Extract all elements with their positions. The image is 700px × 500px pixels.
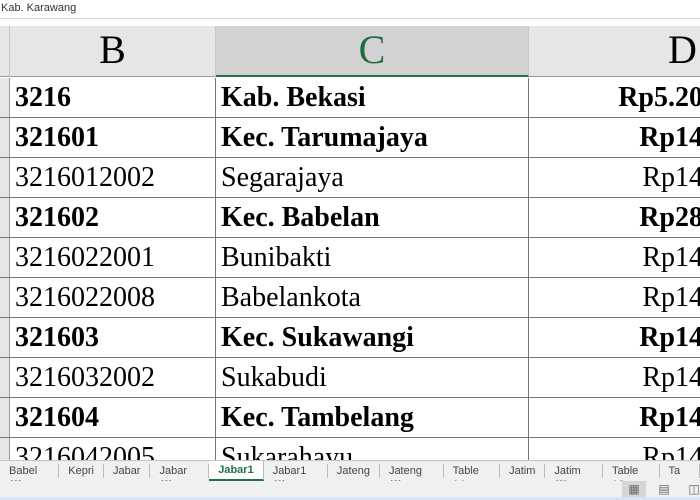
cell-d[interactable]: Rp144 [529,118,700,158]
cell-value: Rp144 [642,242,700,273]
cell-value: Rp144 [639,322,700,353]
cell-b[interactable]: 321601 [10,118,216,158]
cell-d[interactable]: Rp144 [529,358,700,398]
formula-bar-value: Kab. Karawang [1,2,77,14]
cell-value: Rp144 [642,282,700,313]
cell-d[interactable]: Rp144 [529,238,700,278]
sheet-tab[interactable]: Table 16 [603,464,660,491]
status-bar: ▦ ▤ ◫ [0,481,700,500]
sheet-tab[interactable]: Jabar (2) [150,464,210,491]
cell-b[interactable]: 3216032002 [10,358,216,398]
cell-c[interactable]: Babelankota [216,278,529,318]
row-header[interactable] [0,198,10,238]
sheet-tab[interactable]: Kepri [59,464,104,478]
cell-value: Rp144 [639,122,700,153]
sheet-tab[interactable]: Jabar1 [209,461,264,481]
row-header[interactable] [0,398,10,438]
sheet-tab[interactable]: Jatim [500,464,546,478]
cell-b[interactable]: 3216 [10,78,216,118]
cell-value: Rp144 [642,162,700,193]
sheet-tab[interactable]: Table 14 [444,464,501,491]
table-row: 321604Kec. Tambelang Rp144 [0,398,700,438]
select-all-corner[interactable] [0,26,10,77]
normal-view-icon[interactable]: ▦ [622,481,646,497]
row-header[interactable] [0,238,10,278]
cell-c[interactable]: Kec. Tarumajaya [216,118,529,158]
cell-c[interactable]: Kab. Bekasi [216,78,529,118]
cell-b[interactable]: 3216012002 [10,158,216,198]
row-header[interactable] [0,118,10,158]
cell-value: Rp144 [642,362,700,393]
cell-c[interactable]: Kec. Babelan [216,198,529,238]
cell-d[interactable]: Rp144 [529,158,700,198]
cell-b[interactable]: 321604 [10,398,216,438]
cell-value: Rp5.202 [618,82,700,113]
row-header[interactable] [0,158,10,198]
column-header-b[interactable]: B [10,26,216,77]
table-row: 321603Kec. Sukawangi Rp144 [0,318,700,358]
cell-d[interactable]: Rp144 [529,278,700,318]
row-header[interactable] [0,358,10,398]
sheet-tabs-bar: Babel (2)KepriJabarJabar (2)Jabar1Jabar1… [0,460,700,491]
formula-bar[interactable]: Kab. Karawang [0,0,700,19]
row-header[interactable] [0,78,10,118]
cell-d[interactable]: Rp144 [529,398,700,438]
table-row: 3216032002Sukabudi Rp144 [0,358,700,398]
column-header-d[interactable]: D [529,26,700,77]
table-row: 3216Kab. Bekasi Rp5.202 [0,78,700,118]
cell-value: Rp144 [639,402,700,433]
cell-b[interactable]: 321602 [10,198,216,238]
cell-c[interactable]: Sukabudi [216,358,529,398]
cell-c[interactable]: Kec. Tambelang [216,398,529,438]
sheet-tab[interactable]: Jabar [104,464,151,478]
page-break-icon[interactable]: ◫ [682,481,700,497]
cell-d[interactable]: Rp289 [529,198,700,238]
cell-b[interactable]: 321603 [10,318,216,358]
table-row: 3216022008Babelankota Rp144 [0,278,700,318]
row-header[interactable] [0,318,10,358]
table-row: 3216012002Segarajaya Rp144 [0,158,700,198]
cell-b[interactable]: 3216022008 [10,278,216,318]
cell-c[interactable]: Bunibakti [216,238,529,278]
table-row: 321602Kec. Babelan Rp289 [0,198,700,238]
cell-b[interactable]: 3216022001 [10,238,216,278]
cell-d[interactable]: Rp5.202 [529,78,700,118]
table-row: 321601Kec. Tarumajaya Rp144 [0,118,700,158]
sheet-tab[interactable]: Ta ... [660,464,700,491]
sheet-tab[interactable]: Jateng [328,464,380,478]
cell-c[interactable]: Segarajaya [216,158,529,198]
cell-c[interactable]: Kec. Sukawangi [216,318,529,358]
sheet-tab[interactable]: Jatim (2) [545,464,603,491]
sheet-tab[interactable]: Babel (2) [0,464,60,491]
cell-value: Rp289 [639,202,700,233]
row-header[interactable] [0,278,10,318]
table-row: 3216022001Bunibakti Rp144 [0,238,700,278]
page-layout-icon[interactable]: ▤ [652,481,676,497]
cell-d[interactable]: Rp144 [529,318,700,358]
sheet-tab[interactable]: Jateng (2) [380,464,444,491]
sheet-tab[interactable]: Jabar1 (2) [264,464,328,491]
column-header-c[interactable]: C [216,26,529,77]
